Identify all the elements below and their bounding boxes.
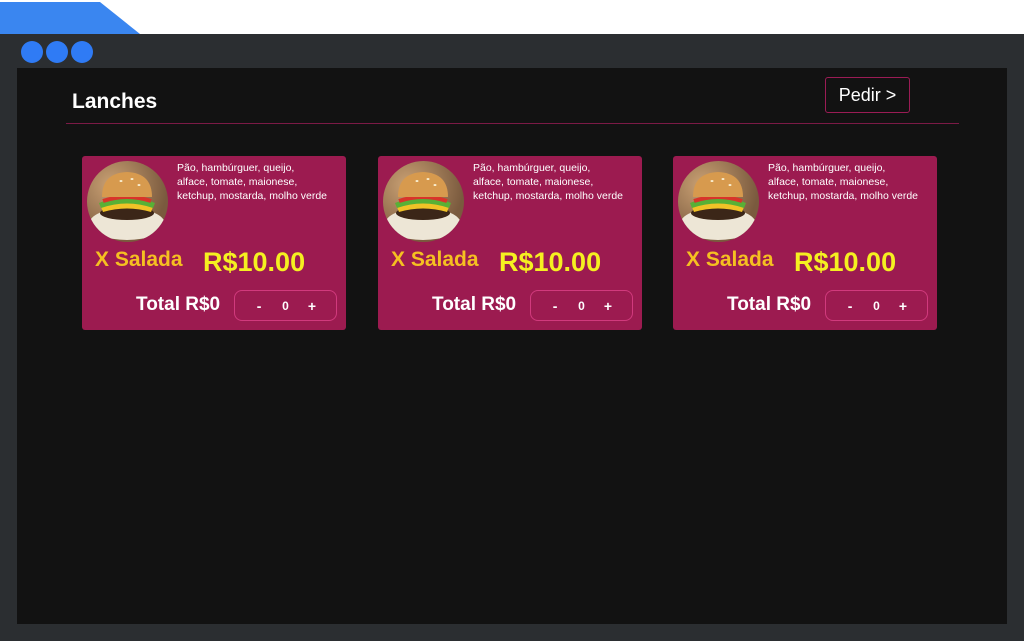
- product-price: R$10.00: [499, 247, 602, 277]
- app-window: Lanches Pedir > Pão, hambúrguer, queijo,…: [0, 34, 1024, 641]
- window-dot-icon[interactable]: [21, 41, 43, 63]
- decrease-button[interactable]: -: [546, 298, 564, 314]
- product-card: Pão, hambúrguer, queijo, alface, tomate,…: [673, 156, 937, 330]
- increase-button[interactable]: +: [894, 298, 912, 314]
- order-button[interactable]: Pedir >: [825, 77, 910, 113]
- window-dot-icon[interactable]: [46, 41, 68, 63]
- product-name: X Salada: [686, 248, 774, 271]
- product-total: Total R$0: [727, 294, 812, 315]
- page-title: Lanches: [72, 90, 158, 113]
- active-tab[interactable]: [0, 2, 140, 34]
- decrease-button[interactable]: -: [841, 298, 859, 314]
- window-dot-icon[interactable]: [71, 41, 93, 63]
- product-card: Pão, hambúrguer, queijo, alface, tomate,…: [378, 156, 642, 330]
- product-card: Pão, hambúrguer, queijo, alface, tomate,…: [82, 156, 346, 330]
- product-description: Pão, hambúrguer, queijo, alface, tomate,…: [768, 162, 918, 202]
- product-name: X Salada: [95, 248, 183, 271]
- quantity-value: 0: [578, 298, 585, 313]
- increase-button[interactable]: +: [599, 298, 617, 314]
- burger-image: [383, 161, 464, 242]
- product-description: Pão, hambúrguer, queijo, alface, tomate,…: [473, 162, 623, 202]
- quantity-stepper: - 0 +: [234, 290, 337, 321]
- page-header: Lanches Pedir >: [66, 68, 959, 124]
- product-name: X Salada: [391, 248, 479, 271]
- increase-button[interactable]: +: [303, 298, 321, 314]
- product-price: R$10.00: [203, 247, 306, 277]
- quantity-value: 0: [873, 298, 880, 313]
- product-description: Pão, hambúrguer, queijo, alface, tomate,…: [177, 162, 327, 202]
- burger-image: [678, 161, 759, 242]
- quantity-stepper: - 0 +: [530, 290, 633, 321]
- quantity-stepper: - 0 +: [825, 290, 928, 321]
- burger-image: [87, 161, 168, 242]
- page-viewport: Lanches Pedir > Pão, hambúrguer, queijo,…: [17, 68, 1007, 624]
- decrease-button[interactable]: -: [250, 298, 268, 314]
- product-total: Total R$0: [432, 294, 517, 315]
- browser-tabstrip: [0, 0, 1024, 34]
- quantity-value: 0: [282, 298, 289, 313]
- product-total: Total R$0: [136, 294, 221, 315]
- product-price: R$10.00: [794, 247, 897, 277]
